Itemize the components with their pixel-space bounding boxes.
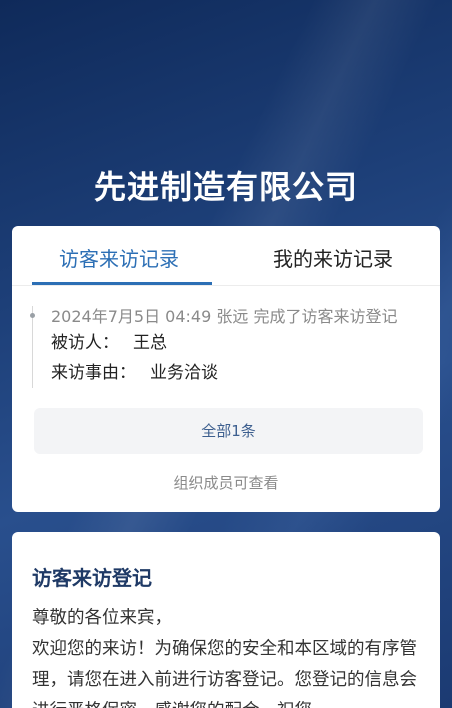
- view-all-button[interactable]: 全部1条: [34, 408, 423, 454]
- record-meta: 2024年7月5日 04:49 张远 完成了访客来访登记: [51, 307, 398, 326]
- registration-greeting: 尊敬的各位来宾，: [32, 608, 172, 628]
- reason-label: 来访事由：: [51, 363, 136, 383]
- host-label: 被访人：: [51, 333, 119, 353]
- tab-visitor-records[interactable]: 访客来访记录: [12, 226, 226, 286]
- registration-text: 尊敬的各位来宾， 欢迎您的来访！为确保您的安全和本区域的有序管理，请您在进入前进…: [32, 603, 420, 708]
- tab-bar: 访客来访记录 我的来访记录: [12, 226, 440, 286]
- record-reason-row: 来访事由： 业务洽谈: [51, 358, 422, 388]
- timeline-dot-icon: [30, 313, 35, 318]
- tab-my-visit-records[interactable]: 我的来访记录: [226, 226, 440, 286]
- registration-title: 访客来访登记: [32, 566, 152, 590]
- registration-body: 欢迎您的来访！为确保您的安全和本区域的有序管理，请您在进入前进行访客登记。您登记…: [32, 639, 417, 708]
- visitor-registration-card: 访客来访登记 尊敬的各位来宾， 欢迎您的来访！为确保您的安全和本区域的有序管理，…: [12, 532, 440, 708]
- visibility-note: 组织成员可查看: [173, 474, 279, 492]
- visitor-records-card: 访客来访记录 我的来访记录 2024年7月5日 04:49 张远 完成了访客来访…: [12, 226, 440, 512]
- company-title: 先进制造有限公司: [93, 168, 358, 206]
- active-tab-indicator: [32, 282, 212, 285]
- host-value: 王总: [133, 333, 167, 353]
- reason-value: 业务洽谈: [150, 363, 218, 383]
- visit-record-item[interactable]: 2024年7月5日 04:49 张远 完成了访客来访登记 被访人： 王总 来访事由…: [30, 306, 422, 388]
- record-host-row: 被访人： 王总: [51, 328, 422, 358]
